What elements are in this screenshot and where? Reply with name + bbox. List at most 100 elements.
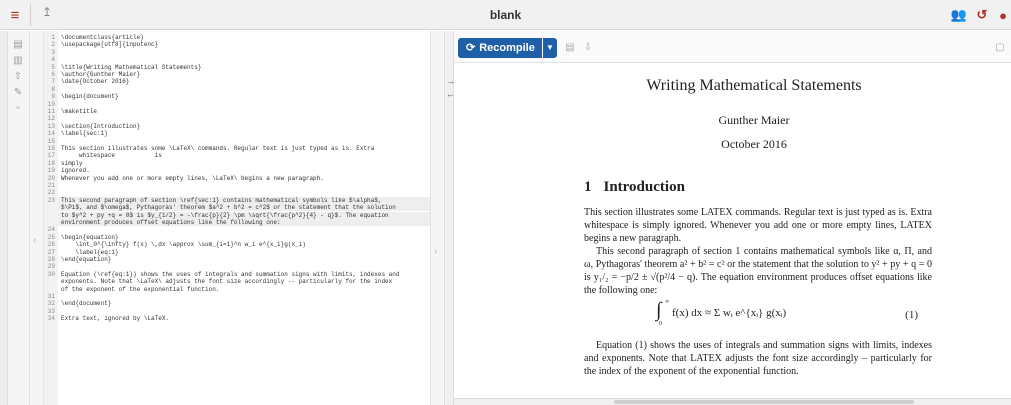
line-number: 10 [47,100,55,108]
code-line[interactable]: Equation (\ref{eq:1}) shows the uses of … [61,271,399,278]
code-line[interactable]: \usepackage[utf8]{inputenc} [61,41,158,48]
line-number: 17 [47,152,55,160]
project-title: blank [489,8,522,22]
line-number: 22 [47,189,55,197]
document-title: Writing Mathematical Statements [646,77,862,94]
file-icon[interactable]: ▫ [12,103,24,115]
code-line[interactable]: \maketitle [61,108,97,115]
code-line[interactable]: environment produces offset equations li… [58,219,430,226]
chevron-left-icon: ‹ [33,235,37,246]
pdf-toolbar: ⟳ Recompile ▼ ▤ ⇩ ▢ [454,31,1011,63]
code-line[interactable]: Extra text, ignored by \LaTeX. [61,315,169,322]
line-number: 20 [47,174,55,182]
line-number: 7 [51,78,55,86]
code-line[interactable]: \section{Introduction} [61,123,140,130]
line-number: 33 [47,307,55,315]
code-line[interactable]: \date{October 2016} [61,78,129,85]
editor-scroll-edge[interactable]: › [430,31,444,405]
section-heading: 1 Introduction [584,179,685,196]
code-line[interactable]: \end{document} [61,300,111,307]
code-line[interactable]: \label{sec:1} [61,130,108,137]
line-number: 29 [47,263,55,271]
code-line[interactable]: Whenever you add one or more empty lines… [61,175,324,182]
divider [30,4,31,26]
line-number: 6 [51,71,55,78]
code-line[interactable]: \label{eq:1} [61,249,118,256]
pane-splitter[interactable]: → ← [444,31,455,405]
line-number: 13 [47,122,55,130]
code-line[interactable]: This second paragraph of section \ref{se… [58,196,430,204]
code-line[interactable]: \author{Gunther Maier} [61,71,140,78]
code-line[interactable]: \end{equation} [61,256,111,263]
code-line[interactable]: \int_0^{\infty} f(x) \,dx \approx \sum_{… [61,241,305,248]
top-bar: ≡ ↥ blank 👥 ↺ ● [0,0,1011,30]
equation-body: f(x) dx ≈ Σ wᵢ e^{xᵢ} g(xᵢ) [672,307,787,319]
line-number: 27 [47,248,55,256]
upload-icon[interactable]: ↥ [38,5,56,25]
code-line[interactable]: ignored. [61,167,90,174]
chat-icon[interactable]: ● [994,6,1011,24]
recompile-dropdown-button[interactable]: ▼ [543,38,557,58]
equation: ∫ ∞ 0 f(x) dx ≈ Σ wᵢ e^{xᵢ} g(xᵢ) (1) [584,299,932,333]
line-number: 21 [47,182,55,189]
code-line[interactable]: of the exponent of the exponential funct… [61,286,219,293]
code-line[interactable]: \begin{document} [61,93,119,100]
line-number: 18 [47,159,55,167]
code-line[interactable]: $\Pi$, and $\omega$, Pythagoras' theorem… [58,204,430,212]
code-line[interactable]: This section illustrates some \LaTeX\ co… [61,145,374,152]
left-edge [0,31,8,405]
new-folder-icon[interactable]: ▥ [12,55,24,67]
equation-lower-limit: 0 [659,321,662,327]
share-icon[interactable]: 👥 [950,6,968,24]
pdf-horizontal-scrollbar[interactable] [454,398,1011,405]
line-number: 1 [51,34,55,41]
line-number: 14 [47,130,55,138]
rename-icon[interactable]: ✎ [12,87,24,99]
menu-icon[interactable]: ≡ [0,0,30,30]
logs-icon[interactable]: ▤ [564,42,576,54]
paragraph-3: Equation (1) shows the uses of integrals… [584,340,932,377]
line-number: 9 [51,93,55,101]
line-number: 11 [47,108,55,115]
code-line[interactable]: \title{Writing Mathematical Statements} [61,64,201,71]
pdf-viewer[interactable]: Writing Mathematical Statements Gunther … [454,63,1011,405]
chevron-right-icon: › [434,246,438,257]
paragraph-2: This second paragraph of section 1 conta… [584,246,932,296]
scrollbar-thumb[interactable] [614,400,914,404]
code-line[interactable]: to $y^2 + py +q = 0$ is $y_{1/2} = -\fra… [58,211,430,219]
arrow-right-icon[interactable]: → [446,76,455,86]
line-number: 15 [47,137,55,145]
history-icon[interactable]: ↺ [973,6,991,24]
new-file-icon[interactable]: ▤ [12,39,24,51]
maximize-icon[interactable]: ▢ [994,42,1006,54]
equation-upper-limit: ∞ [665,299,670,305]
section-title: Introduction [603,179,685,195]
code-line[interactable]: \documentclass{article} [61,34,144,41]
document-date: October 2016 [721,137,787,151]
refresh-icon: ⟳ [466,42,476,54]
line-number: 4 [51,56,55,64]
recompile-button[interactable]: ⟳ Recompile [458,38,542,58]
file-tree-collapse[interactable]: ‹ [30,31,44,405]
line-number: 3 [51,48,55,56]
section-number: 1 [584,179,592,195]
arrow-left-icon[interactable]: ← [446,89,455,99]
line-number: 24 [47,226,55,234]
code-line[interactable]: exponents. Note that \LaTeX\ adjusts the… [61,278,392,285]
line-number: 26 [47,241,55,249]
code-line[interactable]: \begin{equation} [61,234,119,241]
line-number: 30 [47,270,55,278]
line-number: 8 [51,85,55,93]
line-number: 32 [47,300,55,308]
code-editor[interactable]: \documentclass{article} \usepackage[utf8]… [58,31,430,405]
line-number: 5 [51,63,55,71]
code-line[interactable]: simply [61,160,83,167]
line-number: 23 [47,196,55,204]
download-icon[interactable]: ⇩ [582,42,594,54]
code-line[interactable]: whitespace is [61,152,162,159]
upload-file-icon[interactable]: ⇧ [12,71,24,83]
equation-number: (1) [905,309,918,321]
document-author: Gunther Maier [718,113,790,127]
line-number: 25 [47,233,55,241]
recompile-label: Recompile [479,42,535,54]
